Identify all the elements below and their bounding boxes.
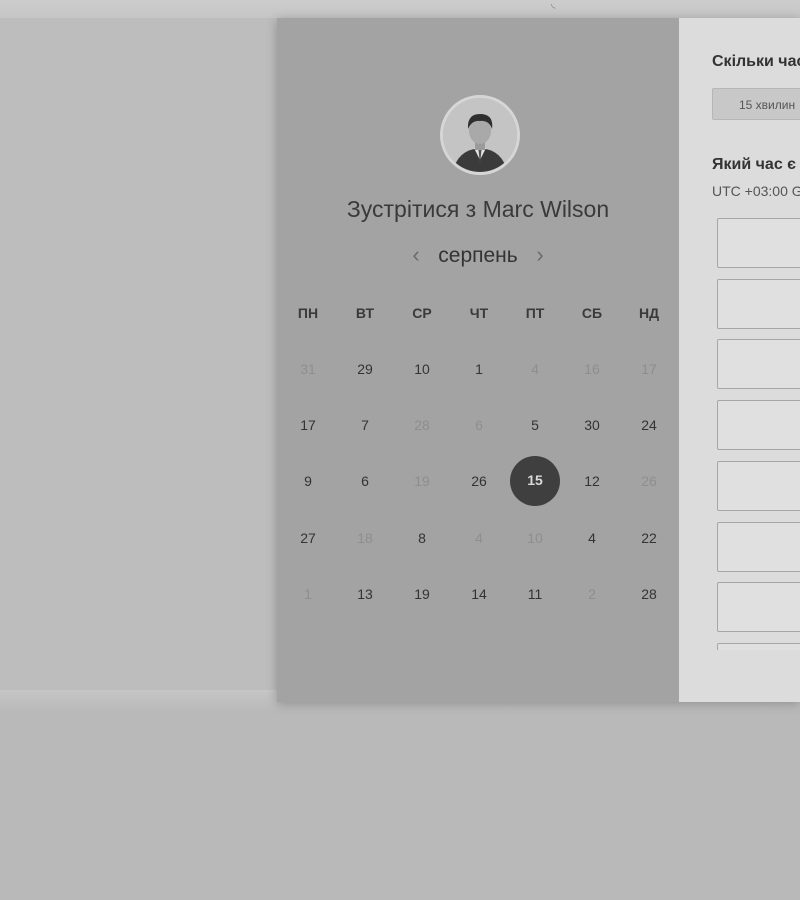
calendar-day: 31	[300, 361, 316, 377]
calendar-day: 1	[304, 586, 312, 602]
calendar-day[interactable]: 22	[624, 513, 674, 563]
calendar-day: 2	[588, 586, 596, 602]
avatar-photo	[443, 98, 517, 172]
calendar-day[interactable]: 12	[567, 456, 617, 506]
selected-day[interactable]: 15	[510, 456, 560, 506]
calendar-day[interactable]: 4	[567, 513, 617, 563]
calendar-day[interactable]: 7	[340, 400, 390, 450]
weekday-label: ПН	[297, 305, 319, 321]
timezone-label: UTC +03:00 G	[712, 183, 800, 199]
weekday-label: СБ	[581, 305, 603, 321]
calendar-day: 16	[584, 361, 600, 377]
weekday-label: ПТ	[525, 305, 545, 321]
booking-card: Зустрітися з Marc Wilson ‹ серпень › ПН В…	[277, 18, 800, 702]
calendar-day: 4	[531, 361, 539, 377]
time-slot[interactable]	[717, 339, 800, 390]
calendar-day[interactable]: 10	[397, 344, 447, 394]
duration-option-button[interactable]: 15 хвилин	[712, 88, 800, 120]
calendar-day[interactable]: 24	[624, 400, 674, 450]
calendar-day: 10	[527, 530, 543, 546]
time-heading: Який час є	[712, 156, 796, 173]
calendar-day: 6	[475, 417, 483, 433]
calendar-day[interactable]: 30	[567, 400, 617, 450]
calendar-day[interactable]: 1	[454, 344, 504, 394]
calendar-day[interactable]: 26	[454, 456, 504, 506]
search-icon: ◟	[551, 0, 556, 10]
calendar-day[interactable]: 8	[397, 513, 447, 563]
meeting-title: Зустрітися з Marc Wilson	[346, 196, 610, 222]
calendar-day[interactable]: 19	[397, 569, 447, 619]
calendar-day[interactable]: 17	[283, 400, 333, 450]
calendar-day[interactable]: 13	[340, 569, 390, 619]
calendar-day: 26	[641, 473, 657, 489]
month-label: серпень	[438, 244, 518, 267]
calendar-day: 4	[475, 530, 483, 546]
calendar-day[interactable]: 14	[454, 569, 504, 619]
calendar-day[interactable]: 6	[340, 456, 390, 506]
time-slot[interactable]	[717, 460, 800, 511]
duration-heading: Скільки час	[712, 53, 800, 70]
time-slot[interactable]	[717, 278, 800, 329]
time-slot[interactable]	[717, 642, 800, 650]
time-slot-list[interactable]	[717, 218, 800, 650]
calendar-panel: Зустрітися з Marc Wilson ‹ серпень › ПН В…	[277, 18, 679, 702]
avatar	[440, 95, 520, 175]
calendar-day: 18	[357, 530, 373, 546]
weekday-label: ВТ	[355, 305, 375, 321]
weekday-label: НД	[638, 305, 660, 321]
calendar-day[interactable]: 9	[283, 456, 333, 506]
month-navigation: ‹ серпень ›	[277, 242, 679, 272]
time-slot[interactable]	[717, 218, 800, 268]
time-slot[interactable]	[717, 400, 800, 451]
calendar-day[interactable]: 28	[624, 569, 674, 619]
time-slot[interactable]	[717, 582, 800, 633]
calendar-day: 19	[414, 473, 430, 489]
calendar-day[interactable]: 11	[510, 569, 560, 619]
weekday-label: СР	[412, 305, 432, 321]
time-slot[interactable]	[717, 521, 800, 572]
calendar-day[interactable]: 5	[510, 400, 560, 450]
booking-options-panel: Скільки час 15 хвилин Який час є UTC +03…	[679, 18, 800, 702]
calendar-day: 28	[414, 417, 430, 433]
calendar-day: 17	[641, 361, 657, 377]
calendar-day[interactable]: 29	[340, 344, 390, 394]
weekday-label: ЧТ	[469, 305, 489, 321]
calendar-day[interactable]: 27	[283, 513, 333, 563]
page-backdrop-left	[0, 18, 278, 694]
next-month-button[interactable]: ›	[531, 242, 549, 268]
